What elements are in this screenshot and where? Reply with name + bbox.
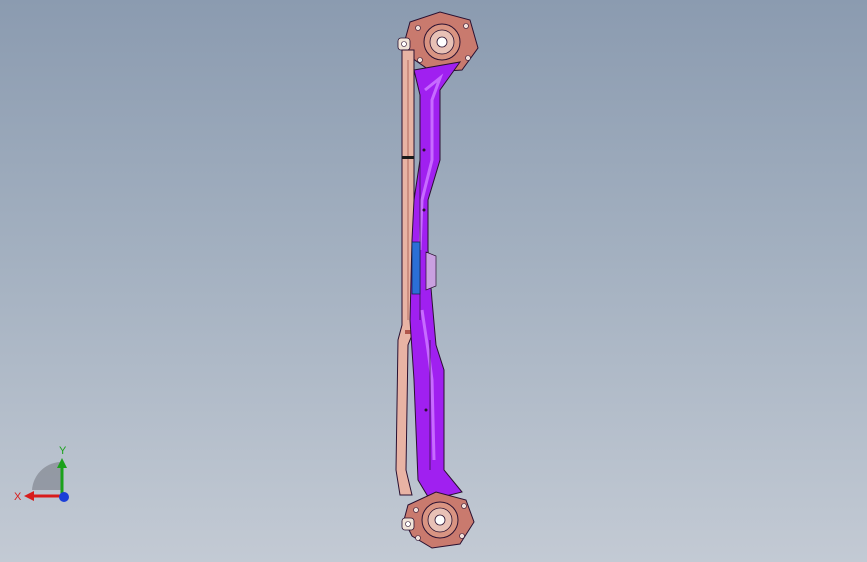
bottom-mount-flange[interactable] (401, 491, 475, 549)
main-arm-web[interactable] (409, 61, 463, 501)
graphics-viewport[interactable]: Y X (0, 0, 867, 562)
y-axis-label: Y (59, 445, 67, 457)
x-axis-label: X (14, 491, 22, 503)
orientation-triad: Y X (14, 445, 69, 503)
z-axis-dot (59, 492, 69, 502)
cad-part-model[interactable] (0, 0, 867, 562)
triad-plane (32, 462, 62, 490)
x-axis-arrowhead (24, 491, 34, 501)
